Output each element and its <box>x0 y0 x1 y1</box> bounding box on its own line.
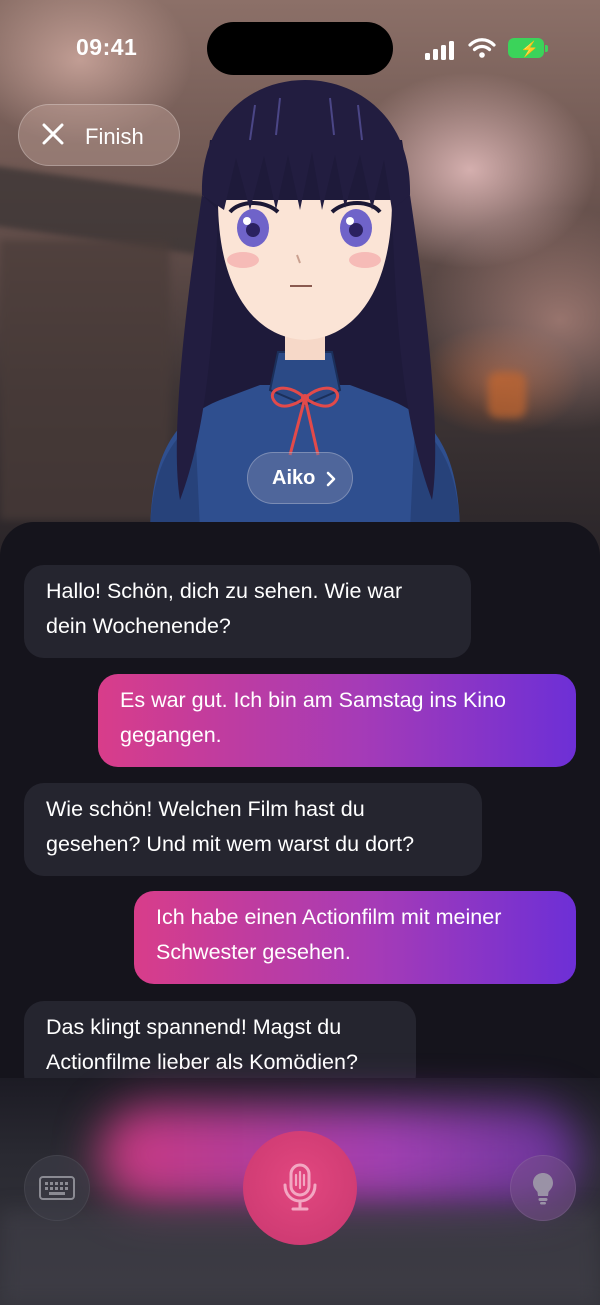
message-ai: Wie schön! Welchen Film hast du gesehen?… <box>24 783 482 876</box>
keyboard-icon <box>39 1176 75 1200</box>
charging-bolt-icon: ⚡ <box>520 41 539 58</box>
finish-button[interactable]: Finish <box>18 104 180 166</box>
status-bar: 09:41 ⚡ <box>0 0 600 96</box>
message-line: Das klingt spannend! Magst du <box>46 1015 342 1039</box>
keyboard-button[interactable] <box>24 1155 90 1221</box>
status-time: 09:41 <box>76 34 138 60</box>
message-line: Wie schön! Welchen Film hast du <box>46 797 365 821</box>
message-line: Es war gut. Ich bin am Samstag ins Kino <box>120 688 506 712</box>
microphone-icon <box>283 1163 317 1211</box>
character-name: Aiko <box>272 467 316 489</box>
message-line: gesehen? Und mit wem warst du dort? <box>46 832 415 856</box>
lightbulb-icon <box>533 1173 553 1205</box>
wifi-icon <box>468 38 496 58</box>
message-user: Es war gut. Ich bin am Samstag ins Kino … <box>98 674 576 767</box>
close-icon <box>42 123 64 145</box>
chat-messages[interactable]: Hallo! Schön, dich zu sehen. Wie war dei… <box>0 522 600 1082</box>
message-line: gegangen. <box>120 723 222 747</box>
message-user: Ich habe einen Actionfilm mit meiner Sch… <box>134 891 576 984</box>
background-lantern <box>488 372 526 418</box>
cellular-signal-icon <box>425 40 457 60</box>
message-ai: Hallo! Schön, dich zu sehen. Wie war dei… <box>24 565 471 658</box>
hint-button[interactable] <box>510 1155 576 1221</box>
message-ai: Das klingt spannend! Magst du Actionfilm… <box>24 1001 416 1082</box>
dynamic-island <box>207 22 393 75</box>
finish-label: Finish <box>85 124 144 149</box>
microphone-button[interactable] <box>243 1131 357 1245</box>
message-line: Actionfilme lieber als Komödien? <box>46 1050 358 1074</box>
battery-icon: ⚡ <box>508 38 548 58</box>
message-line: Schwester gesehen. <box>156 940 351 964</box>
message-line: Hallo! Schön, dich zu sehen. Wie war <box>46 579 403 603</box>
message-line: dein Wochenende? <box>46 614 231 638</box>
chevron-right-icon <box>326 471 336 487</box>
character-name-button[interactable]: Aiko <box>247 452 353 504</box>
message-line: Ich habe einen Actionfilm mit meiner <box>156 905 502 929</box>
